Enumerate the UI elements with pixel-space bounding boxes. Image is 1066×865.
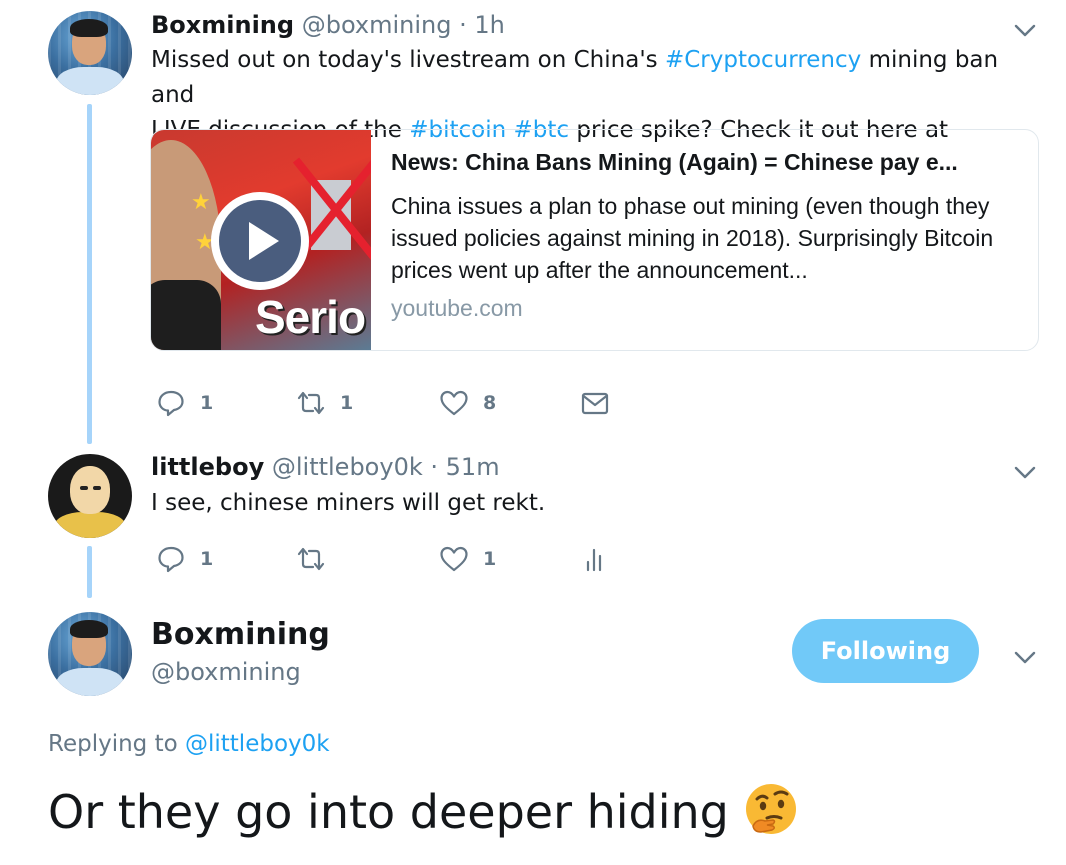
main-author-handle[interactable]: @boxmining <box>151 658 301 686</box>
thinking-face-icon <box>745 784 796 834</box>
card-description: China issues a plan to phase out mining … <box>391 193 994 283</box>
main-author-name[interactable]: Boxmining <box>151 617 330 652</box>
link-card[interactable]: ★ ★ Serio News: China Bans Mining (Again… <box>150 129 1039 351</box>
chevron-down-icon[interactable] <box>1011 16 1039 44</box>
retweet-count: 1 <box>340 392 354 414</box>
retweet-icon <box>297 391 325 415</box>
card-domain: youtube.com <box>391 295 523 321</box>
analytics-button[interactable] <box>580 544 610 574</box>
like-count: 1 <box>483 548 497 570</box>
reply-icon <box>158 546 184 573</box>
reply-count: 1 <box>200 548 214 570</box>
reply-button[interactable]: 1 <box>156 388 213 418</box>
analytics-icon <box>586 548 602 572</box>
like-button[interactable]: 8 <box>439 388 496 418</box>
retweet-icon <box>297 547 325 571</box>
heart-icon <box>440 546 468 572</box>
retweet-button[interactable] <box>296 544 326 574</box>
like-button[interactable]: 1 <box>439 544 496 574</box>
author-name[interactable]: Boxmining <box>151 11 294 39</box>
reply-button[interactable]: 1 <box>156 544 213 574</box>
author-handle[interactable]: @littleboy0k <box>272 453 423 481</box>
chevron-down-icon[interactable] <box>1011 643 1039 671</box>
hashtag-link[interactable]: #Cryptocurrency <box>665 47 861 73</box>
chevron-down-icon[interactable] <box>1011 458 1039 486</box>
tweet-time[interactable]: · 1h <box>459 11 505 39</box>
tweet2-header: littleboy @littleboy0k · 51m <box>151 453 500 481</box>
reply-count: 1 <box>200 392 214 414</box>
avatar-boxmining-main[interactable] <box>48 612 132 696</box>
envelope-icon <box>581 392 609 415</box>
avatar-boxmining[interactable] <box>48 11 132 95</box>
tweet-time[interactable]: · 51m <box>430 453 499 481</box>
author-handle[interactable]: @boxmining <box>302 11 452 39</box>
main-tweet-text: Or they go into deeper hiding <box>48 782 799 839</box>
direct-message-button[interactable] <box>580 388 610 418</box>
reply-icon <box>158 390 184 417</box>
tweet1-header: Boxmining @boxmining · 1h <box>151 11 505 39</box>
play-icon[interactable] <box>211 192 309 290</box>
heart-icon <box>440 390 468 416</box>
following-button[interactable]: Following <box>792 619 979 683</box>
thread-line-lower <box>87 546 92 598</box>
card-title[interactable]: News: China Bans Mining (Again) = Chines… <box>391 149 1021 176</box>
avatar-littleboy[interactable] <box>48 454 132 538</box>
thumbnail-text: Serio <box>255 291 366 343</box>
replying-to: Replying to @littleboy0k <box>48 731 330 757</box>
replying-handle-link[interactable]: @littleboy0k <box>185 731 330 757</box>
author-name[interactable]: littleboy <box>151 453 264 481</box>
thread-line-upper <box>87 104 92 444</box>
like-count: 8 <box>483 392 497 414</box>
tweet2-text: I see, chinese miners will get rekt. <box>151 490 546 516</box>
video-thumbnail[interactable]: ★ ★ Serio <box>151 130 371 350</box>
retweet-button[interactable]: 1 <box>296 388 353 418</box>
